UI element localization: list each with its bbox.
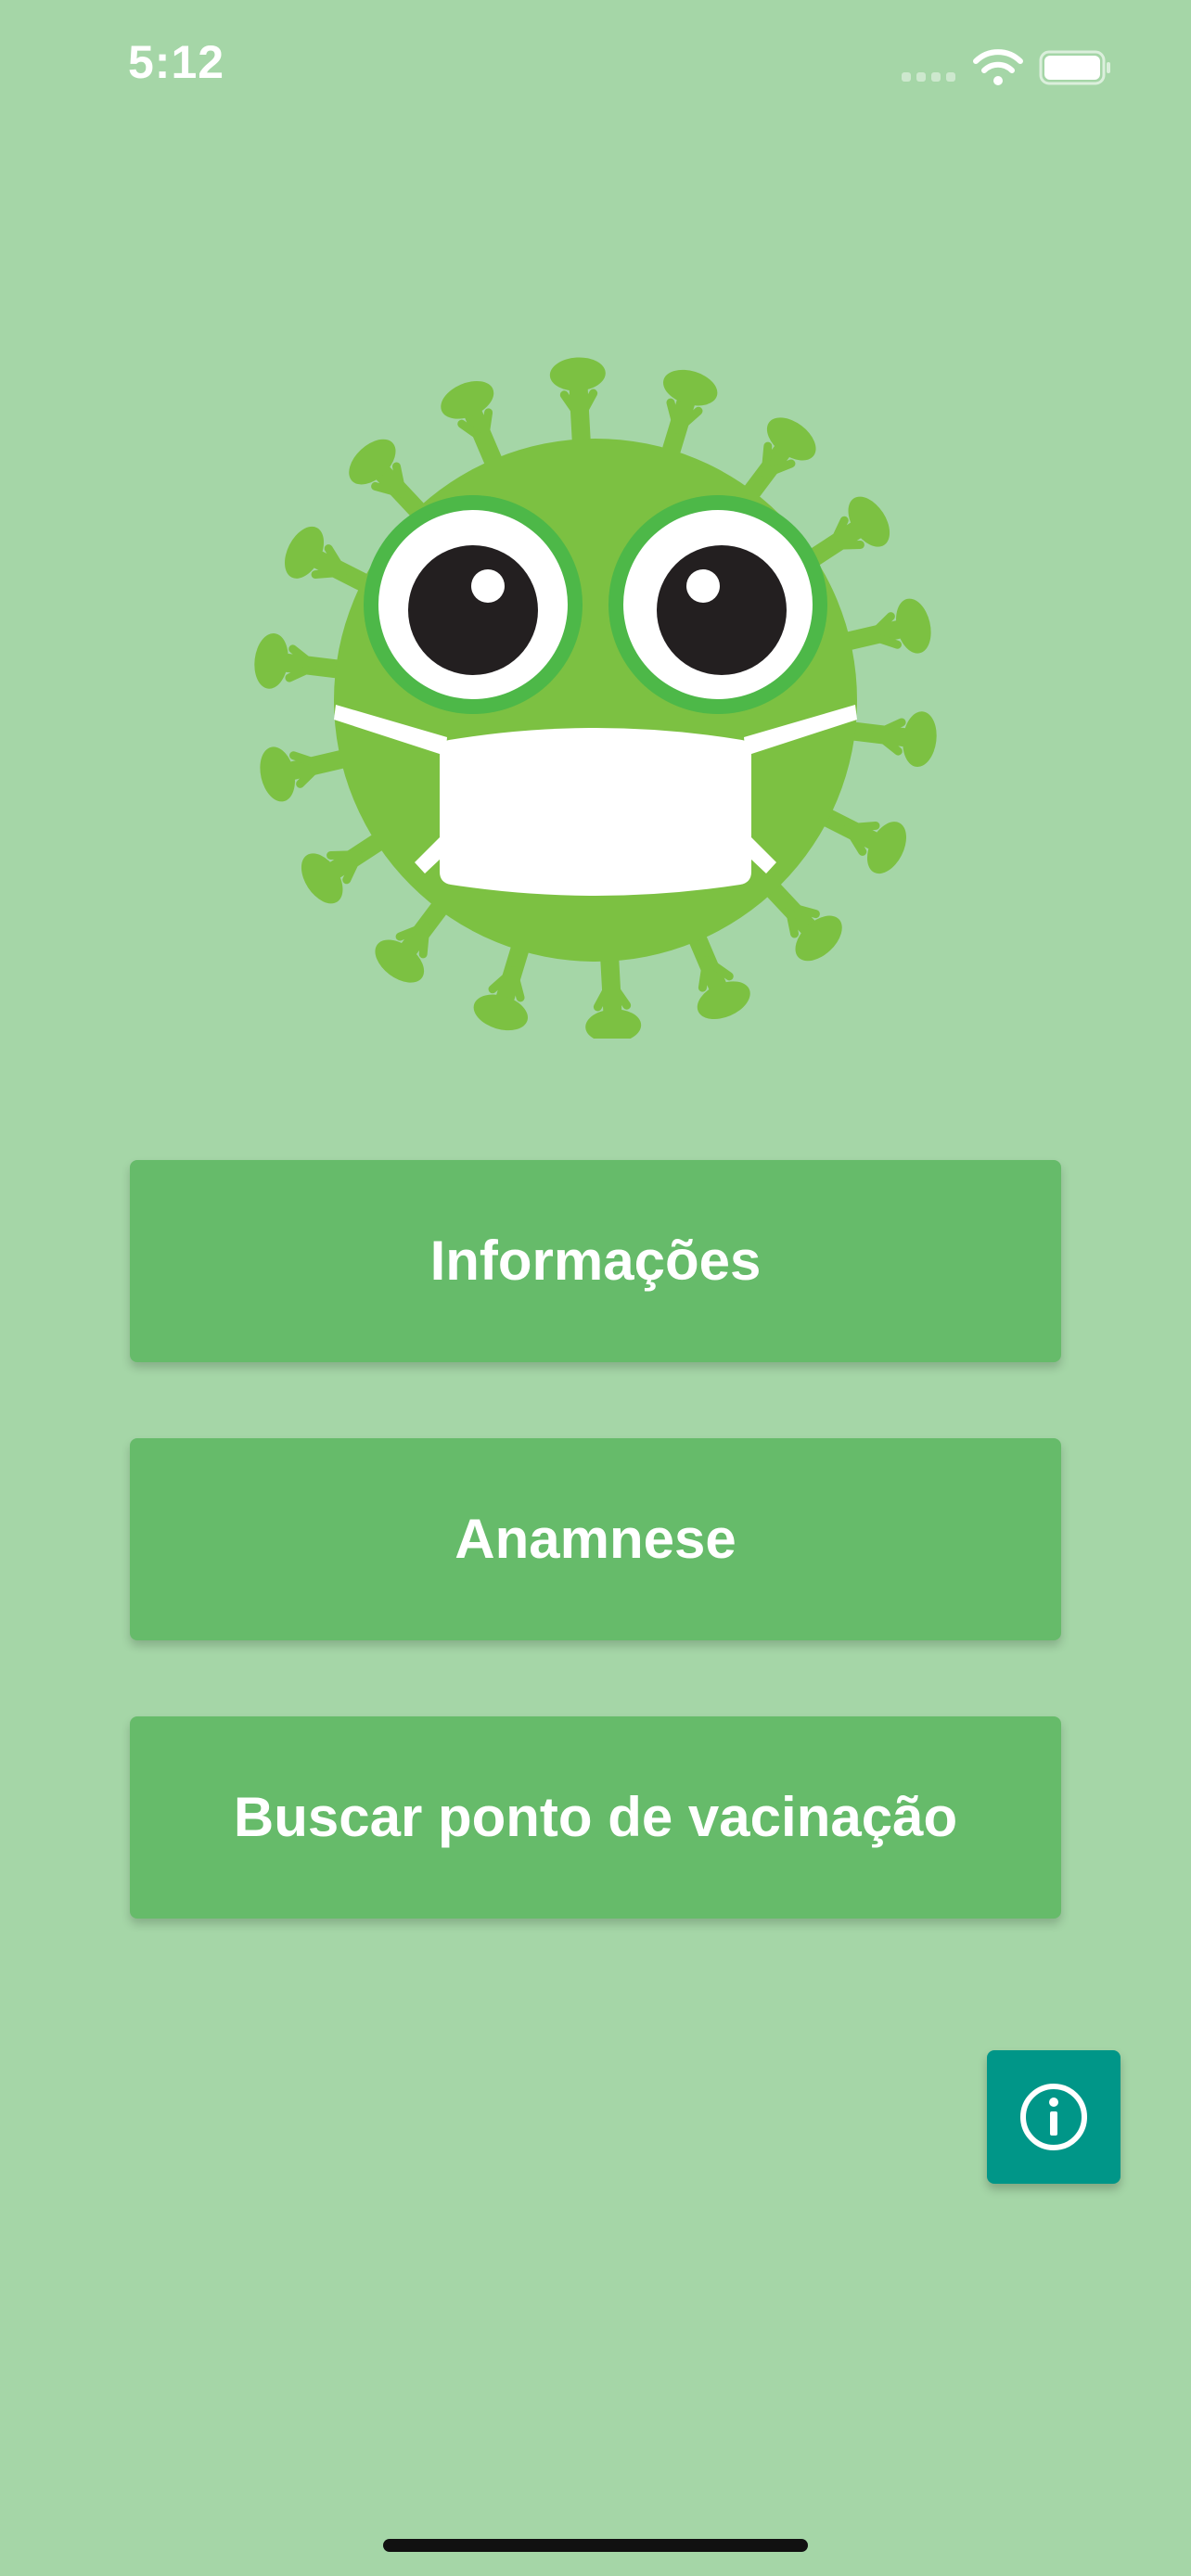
status-bar: 5:12 <box>0 0 1191 130</box>
virus-mask-icon <box>254 357 937 1039</box>
informacoes-button[interactable]: Informações <box>130 1160 1061 1362</box>
info-button[interactable] <box>987 2050 1121 2184</box>
buscar-vacinacao-button[interactable]: Buscar ponto de vacinação <box>130 1716 1061 1919</box>
wifi-icon <box>973 49 1023 85</box>
home-indicator <box>383 2539 808 2552</box>
info-icon <box>1020 2084 1087 2150</box>
anamnese-button[interactable]: Anamnese <box>130 1438 1061 1640</box>
battery-icon <box>1039 50 1110 85</box>
status-time: 5:12 <box>128 36 225 88</box>
signal-icon <box>902 72 957 83</box>
